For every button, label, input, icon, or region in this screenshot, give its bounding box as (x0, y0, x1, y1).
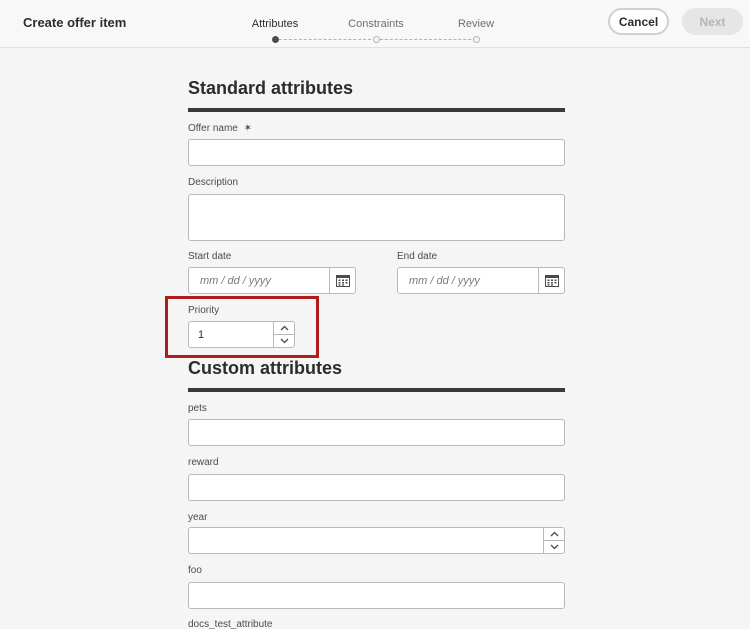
priority-increment-button[interactable] (274, 322, 294, 335)
step-review-indicator (473, 36, 480, 43)
step-attributes-indicator (272, 36, 279, 43)
chevron-up-icon (550, 531, 558, 537)
priority-value: 1 (198, 329, 205, 341)
start-date-calendar-button[interactable] (329, 268, 355, 293)
end-date-calendar-button[interactable] (538, 268, 564, 293)
start-date-field[interactable]: mm / dd / yyyy (188, 267, 356, 294)
custom-attributes-heading: Custom attributes (188, 358, 343, 378)
step-attributes-label[interactable]: Attributes (230, 18, 320, 30)
offer-name-label: Offer name ✶ (188, 123, 252, 134)
chevron-down-icon (550, 544, 558, 550)
cancel-button[interactable]: Cancel (608, 8, 669, 35)
pets-label: pets (188, 403, 207, 414)
year-decrement-button[interactable] (544, 541, 564, 554)
start-date-placeholder: mm / dd / yyyy (200, 275, 271, 287)
offer-name-label-text: Offer name (188, 123, 238, 134)
end-date-field[interactable]: mm / dd / yyyy (397, 267, 565, 294)
standard-attributes-heading: Standard attributes (188, 78, 354, 98)
year-increment-button[interactable] (544, 528, 564, 541)
foo-label: foo (188, 565, 202, 576)
year-label: year (188, 512, 208, 523)
chevron-down-icon (280, 338, 288, 344)
start-date-label: Start date (188, 251, 232, 262)
reward-input[interactable] (188, 474, 565, 501)
calendar-icon (335, 275, 350, 287)
pets-input[interactable] (188, 419, 565, 446)
next-button[interactable]: Next (682, 8, 743, 35)
section-divider (188, 108, 565, 112)
section-divider (188, 388, 565, 392)
foo-input[interactable] (188, 582, 565, 609)
description-label: Description (188, 177, 239, 188)
step-connector (380, 39, 476, 40)
step-constraints-indicator (373, 36, 380, 43)
reward-label: reward (188, 457, 219, 468)
priority-decrement-button[interactable] (274, 335, 294, 348)
year-stepper[interactable] (188, 527, 565, 554)
priority-stepper[interactable]: 1 (188, 321, 295, 348)
offer-name-input[interactable] (188, 139, 565, 166)
chevron-up-icon (280, 325, 288, 331)
priority-stepper-buttons (273, 322, 294, 347)
calendar-icon (544, 275, 559, 287)
priority-label: Priority (188, 305, 220, 316)
description-textarea[interactable] (188, 194, 565, 241)
wizard-stepper: Attributes Constraints Review (230, 18, 530, 46)
step-constraints-label[interactable]: Constraints (331, 18, 421, 30)
year-stepper-buttons (543, 528, 564, 553)
end-date-placeholder: mm / dd / yyyy (409, 275, 480, 287)
step-connector (279, 39, 376, 40)
step-review-label[interactable]: Review (431, 18, 521, 30)
page-title: Create offer item (23, 15, 127, 30)
end-date-label: End date (397, 251, 438, 262)
docs-test-attribute-label: docs_test_attribute (188, 619, 273, 629)
top-bar: Create offer item Attributes Constraints… (0, 0, 750, 48)
required-icon: ✶ (243, 123, 253, 134)
